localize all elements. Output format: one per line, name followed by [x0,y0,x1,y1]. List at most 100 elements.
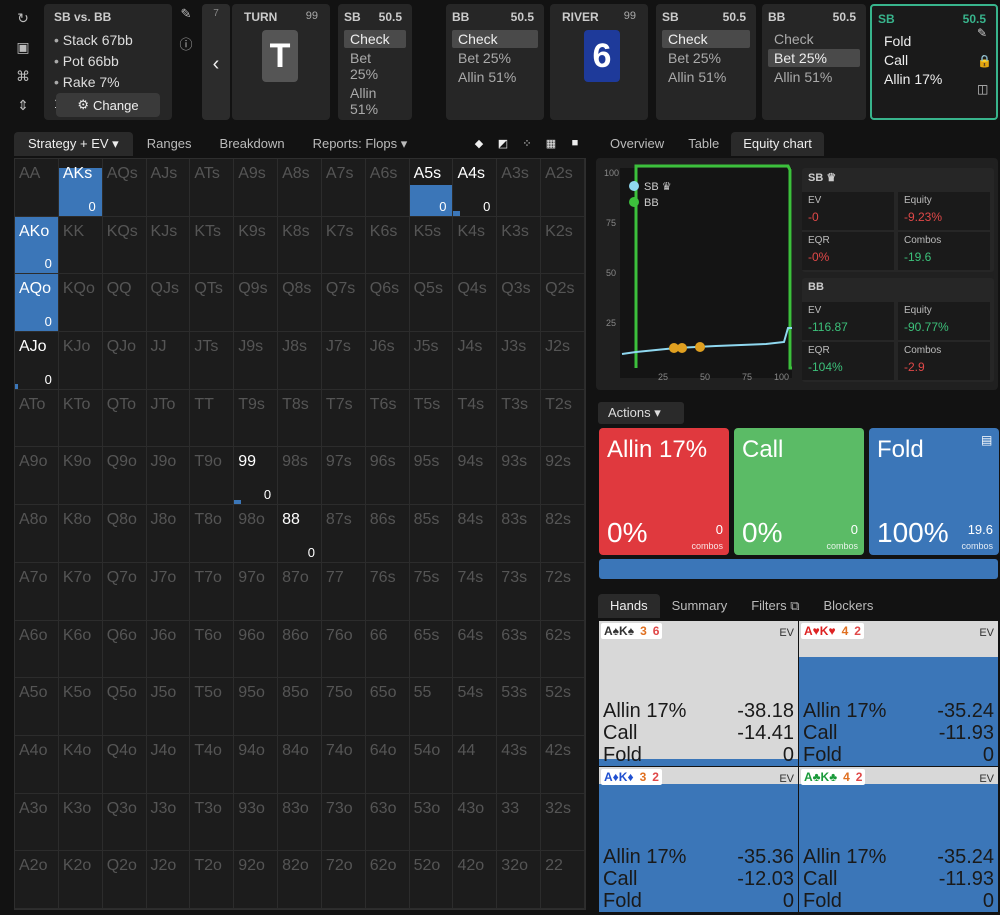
tab-filters[interactable]: Filters ⧉ [739,594,811,618]
hand-cell[interactable]: 94s [453,447,498,506]
contrast-icon[interactable]: ◩ [494,134,512,152]
hand-cell[interactable]: J3o [146,793,191,852]
hand-cell[interactable]: K4o [58,735,103,794]
hand-cell[interactable]: A2o [15,851,59,909]
hand-cell[interactable]: J7s [321,332,366,390]
action-option[interactable]: Allin 51% [344,84,406,118]
hand-cell[interactable]: 92o [234,851,279,909]
reset-icon[interactable]: ↻ [17,10,29,27]
hand-cell[interactable]: QJo [102,332,147,390]
hand-cell[interactable]: K6s [365,216,410,275]
hand-cell[interactable]: JTs [190,332,235,390]
hand-cell[interactable]: K3o [58,793,103,852]
actions-dropdown[interactable]: Actions ▾ [598,402,684,424]
action-card-sb[interactable]: SB 50.5 Check Bet 25% Allin 51% [338,4,412,120]
action-tile-1[interactable]: Call 0% 0 combos [734,428,864,555]
hand-cell[interactable]: Q9s [234,274,279,333]
hand-cell[interactable]: QJs [146,274,191,333]
hand-cell[interactable]: J9o [146,447,191,506]
hand-cell[interactable]: Q8o [102,505,147,563]
hand-cell[interactable]: A9s [234,159,279,217]
hand-cell[interactable]: K2o [58,851,103,909]
hand-cell[interactable]: 84o [278,735,322,794]
hand-cell[interactable]: Q5s [409,274,454,333]
hand-cell[interactable]: 32o [497,851,542,909]
hand-cell[interactable]: AJs [146,159,191,217]
hand-cell[interactable]: J8o [146,505,191,563]
hand-cell[interactable]: T9s [234,389,279,448]
hand-cell[interactable]: KQs [102,216,147,275]
gamepad-icon[interactable]: ⌘ [16,68,30,85]
action-option[interactable]: Check [344,30,406,48]
hand-cell[interactable]: A7s [321,159,366,217]
hand-cell[interactable]: 86o [278,620,322,679]
hand-cell[interactable]: A5s 0 [409,159,454,217]
hand-cell[interactable]: Q2o [102,851,147,909]
tab-summary[interactable]: Summary [660,594,740,618]
save-icon[interactable]: ▣ [16,39,29,56]
info-icon[interactable]: ⓘ [179,34,192,53]
hand-cell[interactable]: 83o [278,793,322,852]
hand-cell[interactable]: 54s [453,678,498,736]
hand-cell[interactable]: Q3s [497,274,542,333]
action-card-sb[interactable]: SB 50.5 Check Bet 25% Allin 51% [656,4,756,120]
hand-cell[interactable]: A4o [15,735,59,794]
hand-cell[interactable]: T5s [409,389,454,448]
grid-icon[interactable]: ▦ [542,134,560,152]
hand-cell[interactable]: K4s [453,216,498,275]
hand-cell[interactable]: KK [58,216,103,275]
hand-cell[interactable]: Q6o [102,620,147,679]
hand-cell[interactable]: K7o [58,562,103,621]
change-button[interactable]: ⚙ Change [56,93,160,117]
hand-cell[interactable]: T7o [190,562,235,621]
hand-cell[interactable]: T3o [190,793,235,852]
hand-cell[interactable]: 97s [321,447,366,506]
hand-cell[interactable]: KJo [58,332,103,390]
action-card-bb[interactable]: BB 50.5 Check Bet 25% Allin 51% [446,4,544,120]
hand-cell[interactable]: 73s [497,562,542,621]
tab-ranges[interactable]: Ranges [133,132,206,156]
hand-cell[interactable]: 42s [541,735,585,794]
hand-cell[interactable]: 64s [453,620,498,679]
hand-cell[interactable]: Q7o [102,562,147,621]
hand-cell[interactable]: 33 [497,793,542,852]
hand-cell[interactable]: A7o [15,562,59,621]
hand-cell[interactable]: K9o [58,447,103,506]
action-option[interactable]: Bet 25% [768,49,860,67]
hand-cell[interactable]: T8o [190,505,235,563]
hand-cell[interactable]: 54o [409,735,454,794]
hand-card[interactable]: A♣K♣ 4 2 EV Allin 17% -35.24 Call -11.93 Fold 0 [799,767,998,912]
action-option[interactable]: Allin 51% [452,68,538,86]
hand-cell[interactable]: 63o [365,793,410,852]
hand-cell[interactable]: 43o [453,793,498,852]
hand-cell[interactable]: 43s [497,735,542,794]
hand-cell[interactable]: KQo [58,274,103,333]
hand-cell[interactable]: T6o [190,620,235,679]
hand-cell[interactable]: 85o [278,678,322,736]
split-icon[interactable]: ◫ [977,82,992,96]
hand-cell[interactable]: 74o [321,735,366,794]
tab-equity-chart[interactable]: Equity chart [731,132,824,156]
hand-cell[interactable]: 96s [365,447,410,506]
hand-cell[interactable]: J6s [365,332,410,390]
tab-blockers[interactable]: Blockers [812,594,886,618]
tab-hands[interactable]: Hands [598,594,660,618]
action-option[interactable]: Allin 51% [662,68,750,86]
hand-cell[interactable]: 74s [453,562,498,621]
hand-cell[interactable]: AQo 0 [15,274,59,333]
hand-cell[interactable]: 64o [365,735,410,794]
hand-cell[interactable]: A8s [278,159,322,217]
hand-card[interactable]: A♠K♠ 3 6 EV Allin 17% -38.18 Call -14.41 Fold 0 [599,621,798,766]
hand-cell[interactable]: AA [15,159,59,217]
hand-cell[interactable]: J5s [409,332,454,390]
hand-cell[interactable]: 53o [409,793,454,852]
hand-cell[interactable]: T7s [321,389,366,448]
hand-cell[interactable]: J7o [146,562,191,621]
pencil-icon[interactable]: ✎ [181,6,192,22]
hand-cell[interactable]: J3s [497,332,542,390]
back-nav[interactable]: 7 ‹ [202,4,230,120]
hand-cell[interactable]: KTs [190,216,235,275]
hand-cell[interactable]: 93o [234,793,279,852]
hand-cell[interactable]: 63s [497,620,542,679]
hand-cell[interactable]: A6o [15,620,59,679]
